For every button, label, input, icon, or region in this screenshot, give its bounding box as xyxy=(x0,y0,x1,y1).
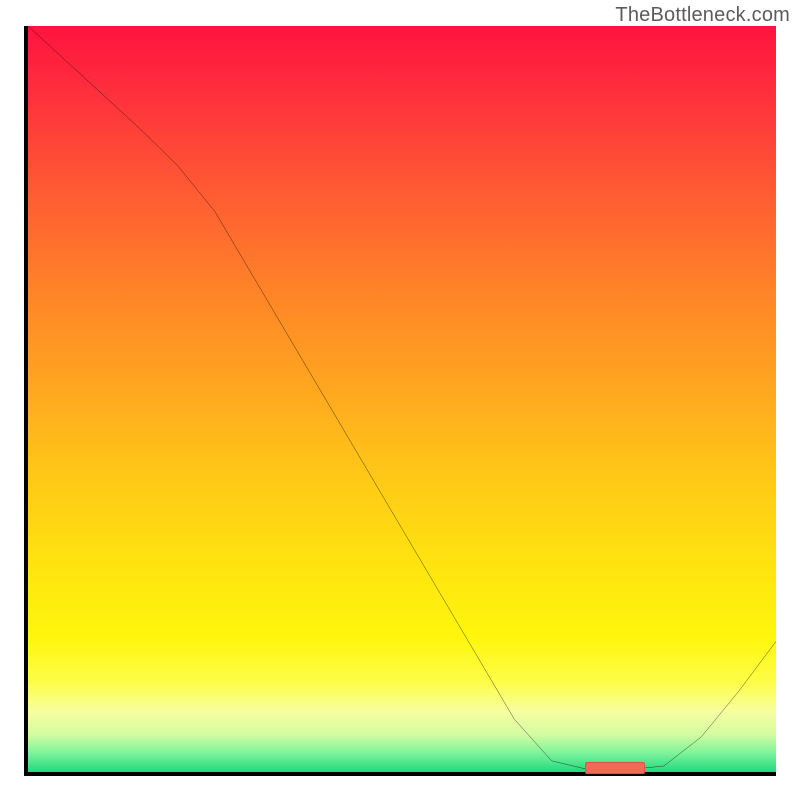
curve-path xyxy=(28,26,776,770)
chart-container: TheBottleneck.com xyxy=(0,0,800,800)
line-plot xyxy=(28,26,776,772)
attribution-label: TheBottleneck.com xyxy=(615,4,790,27)
optimal-marker xyxy=(585,762,645,774)
plot-area xyxy=(24,26,776,776)
